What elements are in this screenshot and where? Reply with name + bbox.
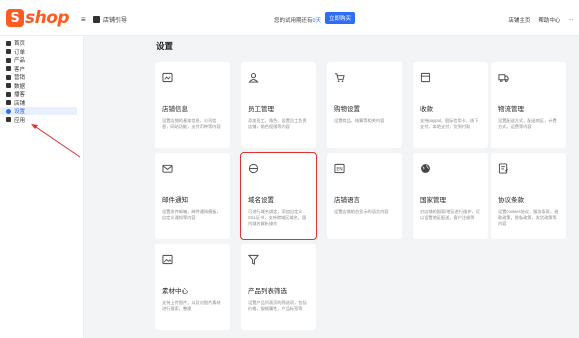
card-desc: 可进行域名绑定，添加自定义SSL证书，支持跨域区域名，国内域名解析操作 [248, 209, 307, 226]
sidebar-item-store[interactable]: 店铺 [0, 99, 83, 107]
logo-text: shop [25, 8, 70, 28]
card-title: 店铺语言 [334, 197, 360, 204]
card-desc: 支持paypal，国际信用卡，线下支付，本地支付，货到付款 [420, 118, 479, 129]
card-title: 店铺信息 [162, 106, 188, 113]
store-guide-link[interactable]: 店铺引导 [93, 15, 127, 24]
card-email[interactable]: 邮件通知 设置发件邮箱，邮件通知模板，自定义通知等内容 [155, 153, 230, 239]
card-desc: 设置发件邮箱，邮件通知模板，自定义通知等内容 [162, 209, 221, 220]
card-desc: 设置商品，结算等相关内容 [334, 118, 385, 123]
sidebar-item-customers[interactable]: 客户 [0, 65, 83, 73]
help-center-link[interactable]: 帮助中心 [538, 16, 560, 24]
sidebar-item-label: 首页 [14, 41, 26, 47]
data-icon [6, 83, 11, 88]
sidebar-item-settings[interactable]: 设置 [0, 107, 77, 115]
card-desc: 设置店铺前台显示的语言内容 [334, 209, 389, 214]
cart-icon [334, 73, 345, 82]
sidebar-item-label: 播客 [14, 92, 26, 98]
image-icon [162, 254, 173, 265]
buy-now-button[interactable]: 立即购买 [325, 12, 355, 24]
terms-icon [498, 163, 509, 174]
card-title: 购物设置 [334, 106, 360, 113]
sidebar-item-label: 客户 [14, 66, 26, 73]
card-desc: 设置产品列表页的筛选项，包括价格，规格属性，产品标签等 [248, 300, 307, 311]
logo[interactable]: S shop [6, 8, 70, 28]
sidebar-item-marketing[interactable]: 营销 [0, 73, 83, 81]
trial-notice: 您的试用期还有0天 [274, 16, 321, 24]
card-logistics[interactable]: 物流管理 设置配送方式，配送地区，计费方式，运费等内容 [491, 62, 566, 148]
order-icon [6, 49, 11, 54]
filter-icon [247, 254, 260, 265]
home-icon [6, 40, 11, 46]
sidebar-item-label: 设置 [14, 109, 26, 115]
logo-mark: S [6, 9, 24, 27]
sidebar-item-products[interactable]: 产品 [0, 56, 83, 64]
card-staff[interactable]: 员工管理 添加员工，角色，设置员工负责店铺，角色权限等内容 [241, 62, 316, 148]
card-title: 物流管理 [498, 106, 524, 113]
top-bar: S shop ≡ 店铺引导 您的试用期还有0天 立即购买 店铺主页 帮助中心 .… [0, 0, 579, 36]
card-shopping[interactable]: 购物设置 设置商品，结算等相关内容 [327, 62, 402, 148]
sidebar-item-label: 订单 [14, 49, 26, 56]
sidebar-item-label: 营销 [14, 75, 26, 81]
card-desc: 添加员工，角色，设置员工负责店铺，角色权限等内容 [248, 118, 307, 129]
marketing-icon [6, 74, 11, 80]
top-links: 店铺主页 帮助中心 ... [508, 16, 573, 24]
staff-icon [248, 73, 259, 83]
sidebar: 首页 订单 产品 客户 营销 数据 播客 店铺 设置 应用 [0, 36, 84, 338]
card-title: 邮件通知 [162, 197, 188, 204]
card-title: 产品列表筛选 [248, 288, 287, 295]
card-desc: 设置cookies协议，服务条款，退款政策，隐私政策，发货政策等内容 [498, 209, 559, 226]
svg-text:EN: EN [336, 167, 342, 173]
domain-icon [248, 163, 259, 174]
card-store-info[interactable]: 店铺信息 设置店铺的基本信息，公司信息，网站功能，支付币种等内容 [155, 62, 230, 148]
card-title: 收款 [420, 106, 433, 113]
settings-icon [6, 108, 11, 114]
page-title: 设置 [156, 41, 174, 51]
store-guide-label: 店铺引导 [103, 18, 128, 24]
card-title: 协议条款 [498, 197, 524, 204]
card-desc: 设置配送方式，配送地区，计费方式，运费等内容 [498, 118, 557, 129]
sidebar-item-label: 产品 [14, 58, 26, 64]
language-icon: EN [334, 163, 345, 174]
card-title: 员工管理 [248, 106, 274, 113]
card-language[interactable]: EN 店铺语言 设置店铺前台显示的语言内容 [327, 153, 402, 239]
card-terms[interactable]: 协议条款 设置cookies协议，服务条款，退款政策，隐私政策，发货政策等内容 [491, 153, 566, 239]
sidebar-item-apps[interactable]: 应用 [0, 116, 83, 124]
sidebar-item-label: 数据 [14, 83, 26, 90]
trial-prefix: 您的试用期还有 [274, 18, 313, 24]
card-payment[interactable]: 收款 支持paypal，国际信用卡，线下支付，本地支付，货到付款 [413, 62, 488, 148]
sidebar-item-data[interactable]: 数据 [0, 82, 83, 90]
card-desc: 对店铺的国家/地区进行维护，可以设置地区配送，客户注册等 [420, 209, 480, 220]
store-home-link[interactable]: 店铺主页 [508, 16, 530, 24]
sidebar-item-home[interactable]: 首页 [0, 39, 83, 47]
payment-icon [420, 72, 431, 83]
sidebar-item-label: 应用 [14, 117, 26, 124]
sidebar-item-orders[interactable]: 订单 [0, 48, 83, 56]
sidebar-item-podcast[interactable]: 播客 [0, 90, 83, 98]
card-title: 素材中心 [162, 288, 188, 295]
card-media[interactable]: 素材中心 支持上传图片，以及对图片素材进行搜索，整理 [155, 244, 230, 330]
customer-icon [6, 66, 11, 71]
card-domain[interactable]: 域名设置 可进行域名绑定，添加自定义SSL证书，支持跨域区域名，国内域名解析操作 [240, 152, 317, 240]
more-link[interactable]: ... [568, 16, 573, 24]
card-title: 域名设置 [248, 197, 274, 204]
apps-icon [6, 117, 11, 122]
trial-days: 0天 [312, 18, 322, 24]
store-icon [6, 100, 11, 105]
sidebar-item-label: 店铺 [14, 100, 26, 107]
podcast-icon [6, 91, 11, 97]
card-product-filter[interactable]: 产品列表筛选 设置产品列表页的筛选项，包括价格，规格属性，产品标签等 [241, 244, 316, 330]
card-desc: 设置店铺的基本信息，公司信息，网站功能，支付币种等内容 [162, 118, 221, 129]
globe-icon [421, 164, 430, 173]
truck-icon [498, 74, 509, 83]
guide-icon [93, 16, 100, 23]
mail-icon [162, 164, 173, 173]
card-title: 国家管理 [420, 197, 446, 204]
menu-toggle-icon[interactable]: ≡ [81, 15, 86, 24]
product-icon [6, 57, 11, 63]
card-country[interactable]: 国家管理 对店铺的国家/地区进行维护，可以设置地区配送，客户注册等 [413, 153, 488, 239]
card-desc: 支持上传图片，以及对图片素材进行搜索，整理 [162, 300, 221, 311]
store-info-icon [162, 72, 173, 83]
